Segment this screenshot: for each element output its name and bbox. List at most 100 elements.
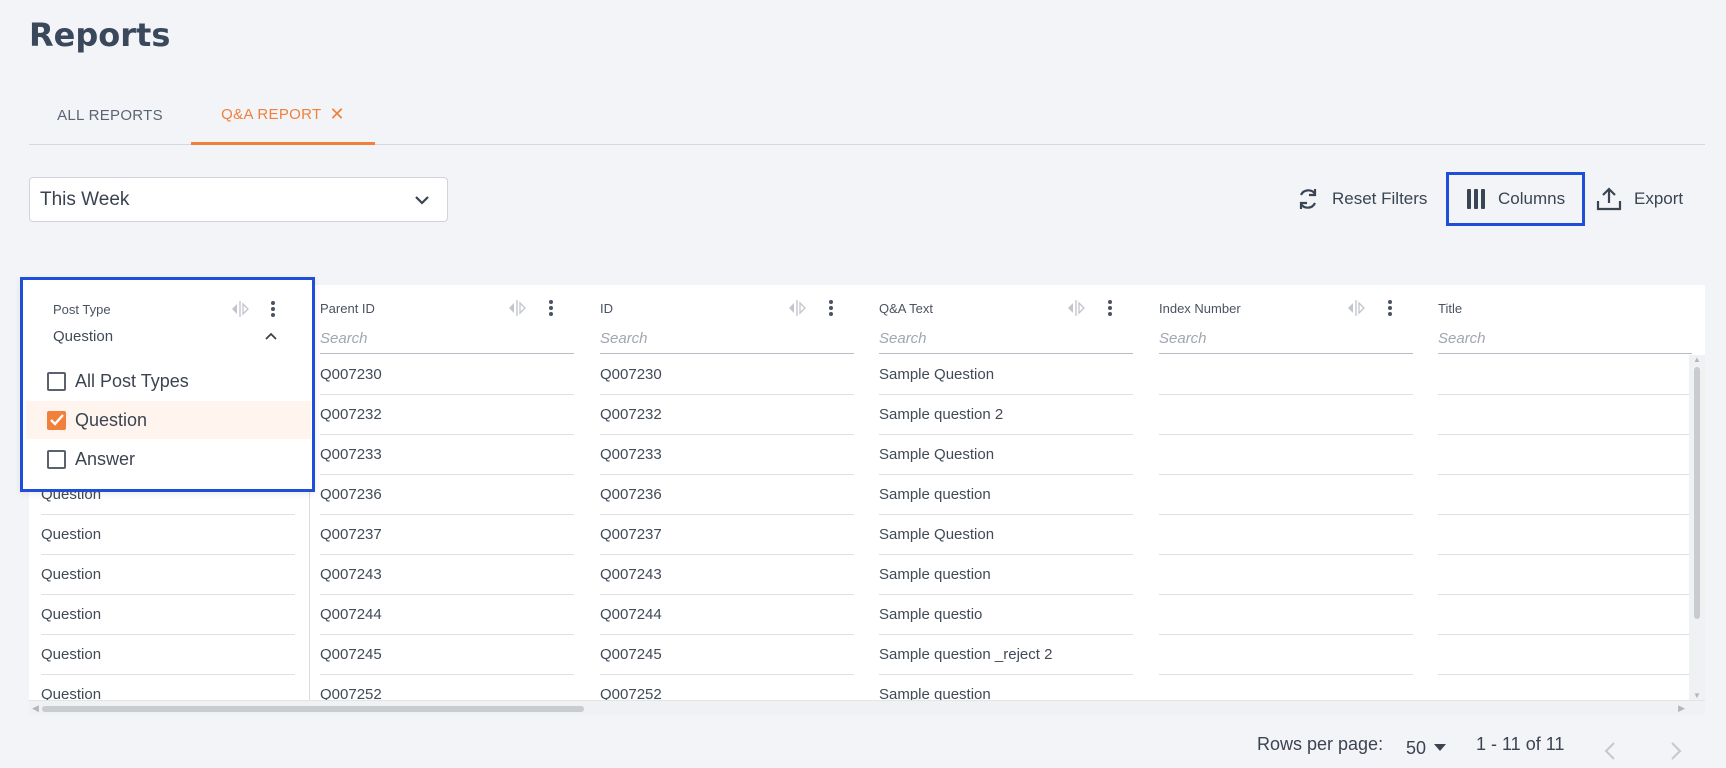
period-select[interactable]: This Week (29, 177, 448, 222)
table-cell[interactable]: Q007243 (600, 555, 854, 595)
search-input[interactable]: Search (1438, 327, 1692, 354)
chevron-left-icon[interactable] (1603, 737, 1617, 765)
table-cell[interactable]: Q007232 (600, 395, 854, 435)
post-type-select-value[interactable]: Question (53, 328, 113, 345)
table-cell[interactable] (1159, 435, 1413, 475)
option-answer[interactable]: Answer (26, 440, 311, 478)
checkbox[interactable] (47, 410, 66, 430)
close-icon[interactable]: ✕ (329, 105, 344, 123)
scroll-down-icon[interactable]: ▼ (1693, 691, 1701, 700)
checkbox[interactable] (47, 371, 66, 391)
column-header[interactable]: ID (600, 299, 854, 319)
table-cell[interactable]: Q007233 (320, 435, 574, 475)
more-vert-icon[interactable] (1107, 299, 1113, 317)
qa-text-rows: Sample Question Sample question 2 Sample… (879, 355, 1133, 715)
columns-button[interactable]: Columns (1446, 172, 1585, 226)
table-cell[interactable]: Q007245 (320, 635, 574, 675)
table-cell[interactable] (1159, 395, 1413, 435)
more-vert-icon[interactable] (548, 299, 554, 317)
resize-icon[interactable] (1066, 299, 1086, 317)
title-rows (1438, 355, 1692, 715)
table-cell[interactable]: Sample question 2 (879, 395, 1133, 435)
table-cell[interactable]: Q007245 (600, 635, 854, 675)
scroll-right-icon[interactable]: ▶ (1678, 703, 1685, 714)
caret-down-icon (1434, 744, 1447, 751)
rows-per-page-select[interactable]: 50 (1406, 734, 1447, 762)
table-cell[interactable]: Sample Question (879, 515, 1133, 555)
search-input[interactable]: Search (1159, 327, 1413, 354)
chevron-up-icon[interactable] (265, 332, 277, 340)
table-cell[interactable]: Q007237 (600, 515, 854, 555)
search-input[interactable]: Search (320, 327, 574, 354)
table-cell[interactable] (1438, 635, 1692, 675)
table-cell[interactable] (1159, 555, 1413, 595)
vertical-scrollbar[interactable]: ▲ ▼ (1689, 355, 1705, 700)
parent-id-rows: Q007230 Q007232 Q007233 Q007236 Q007237 … (320, 355, 574, 715)
table-cell[interactable]: Q007233 (600, 435, 854, 475)
table-cell[interactable] (1438, 395, 1692, 435)
column-header-label: Q&A Text (879, 301, 933, 316)
table-cell[interactable]: Sample question (879, 475, 1133, 515)
table-cell[interactable] (1438, 555, 1692, 595)
resize-icon[interactable] (230, 300, 250, 318)
resize-icon[interactable] (507, 299, 527, 317)
table-cell[interactable] (1438, 355, 1692, 395)
table-cell[interactable] (1159, 515, 1413, 555)
column-qa-text: Q&A Text Search Sample Question Sample q… (879, 285, 1133, 715)
table-cell[interactable]: Sample question (879, 555, 1133, 595)
table-cell[interactable] (1159, 595, 1413, 635)
table-cell[interactable]: Sample Question (879, 355, 1133, 395)
table-cell[interactable]: Q007244 (320, 595, 574, 635)
table-cell[interactable]: Sample questio (879, 595, 1133, 635)
column-header[interactable]: Index Number (1159, 299, 1413, 319)
tab-all-reports[interactable]: ALL REPORTS (29, 86, 191, 145)
more-vert-icon[interactable] (1387, 299, 1393, 317)
scrollbar-thumb[interactable] (42, 706, 584, 712)
more-vert-icon[interactable] (270, 300, 276, 318)
resize-icon[interactable] (1346, 299, 1366, 317)
table-cell[interactable] (1438, 435, 1692, 475)
table-cell[interactable]: Q007244 (600, 595, 854, 635)
table-cell[interactable]: Q007230 (320, 355, 574, 395)
more-vert-icon[interactable] (828, 299, 834, 317)
table-cell[interactable]: Question (41, 595, 295, 635)
table-cell[interactable]: Q007243 (320, 555, 574, 595)
table-cell[interactable]: Q007230 (600, 355, 854, 395)
table-cell[interactable]: Question (41, 635, 295, 675)
table-cell[interactable]: Sample question _reject 2 (879, 635, 1133, 675)
table-cell[interactable]: Question (41, 555, 295, 595)
table-cell[interactable]: Sample Question (879, 435, 1133, 475)
option-all-post-types[interactable]: All Post Types (26, 362, 311, 400)
scrollbar-thumb[interactable] (1694, 367, 1700, 619)
resize-icon[interactable] (787, 299, 807, 317)
checkbox[interactable] (47, 449, 66, 469)
search-input[interactable]: Search (600, 327, 854, 354)
column-id: ID Search Q007230 Q007232 Q007233 Q00723… (600, 285, 854, 715)
option-question[interactable]: Question (26, 401, 311, 439)
search-input[interactable]: Search (879, 327, 1133, 354)
table-cell[interactable] (1159, 475, 1413, 515)
table-cell[interactable]: Q007237 (320, 515, 574, 555)
column-header[interactable]: Title (1438, 299, 1692, 319)
scroll-up-icon[interactable]: ▲ (1693, 355, 1701, 364)
table-cell[interactable] (1438, 475, 1692, 515)
chevron-right-icon[interactable] (1669, 737, 1683, 765)
table-cell[interactable] (1438, 515, 1692, 555)
scroll-left-icon[interactable]: ◀ (32, 703, 39, 714)
column-header-label: Index Number (1159, 301, 1241, 316)
column-header-label: Title (1438, 301, 1463, 316)
reset-filters-button[interactable]: Reset Filters (1296, 172, 1438, 226)
column-header[interactable]: Parent ID (320, 299, 574, 319)
table-cell[interactable] (1438, 595, 1692, 635)
table-cell[interactable]: Q007236 (600, 475, 854, 515)
table-cell[interactable]: Question (41, 515, 295, 555)
columns-icon (1467, 189, 1485, 209)
table-cell[interactable]: Q007236 (320, 475, 574, 515)
tab-qa-report[interactable]: Q&A REPORT ✕ (191, 86, 375, 145)
horizontal-scrollbar[interactable]: ◀ ▶ (29, 700, 1705, 715)
table-cell[interactable] (1159, 355, 1413, 395)
column-header[interactable]: Q&A Text (879, 299, 1133, 319)
table-cell[interactable] (1159, 635, 1413, 675)
export-button[interactable]: Export (1596, 172, 1708, 226)
table-cell[interactable]: Q007232 (320, 395, 574, 435)
